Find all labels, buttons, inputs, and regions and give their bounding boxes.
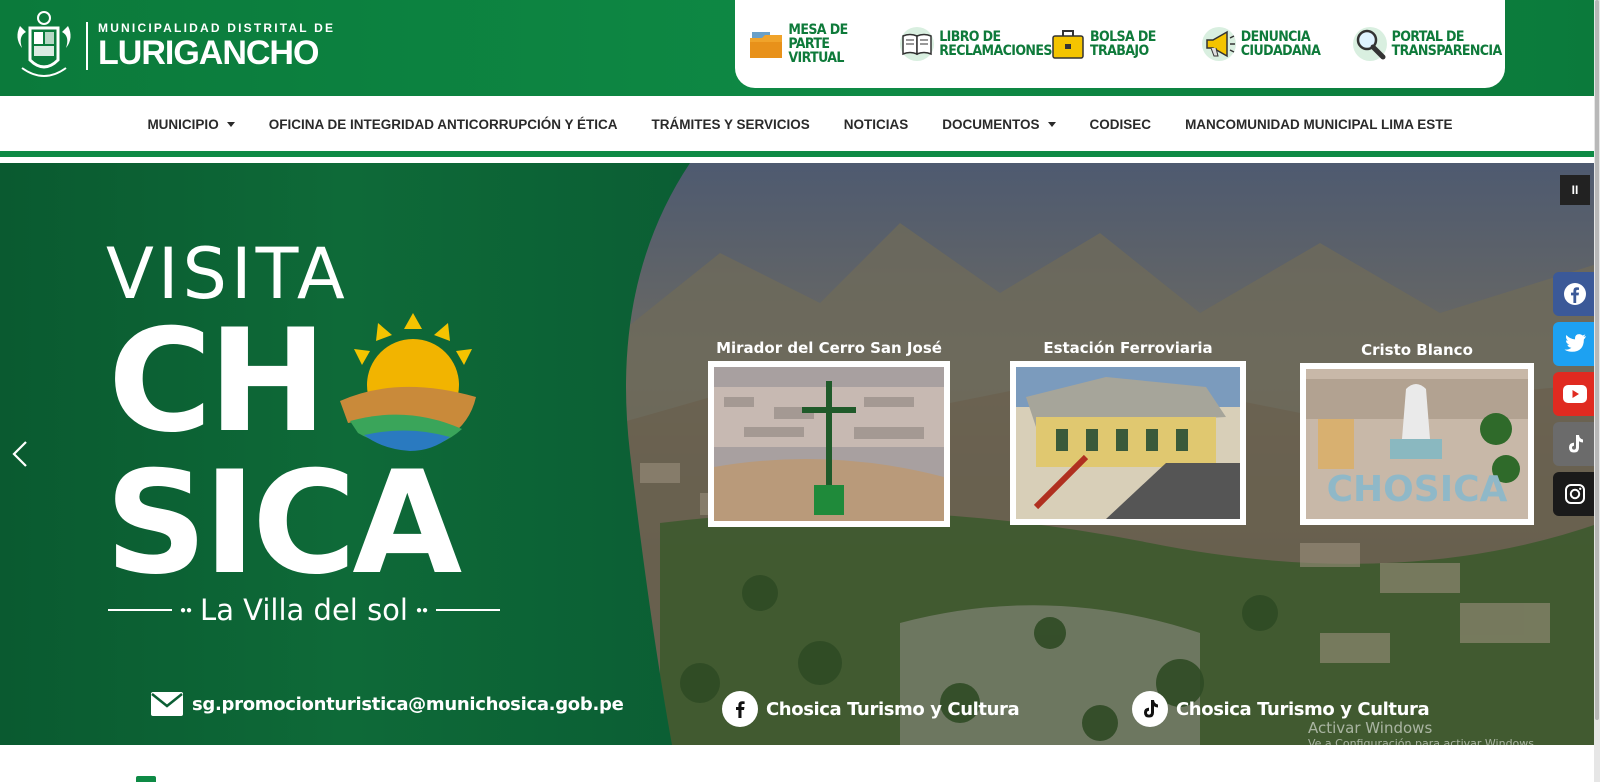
quick-links-panel: MESA DE PARTE VIRTUAL LIBRO DE RECLAMACI… xyxy=(735,0,1505,88)
quick-link-mesa-de-parte[interactable]: MESA DE PARTE VIRTUAL xyxy=(748,23,888,65)
nav-item-mancomunidad[interactable]: MANCOMUNIDAD MUNICIPAL LIMA ESTE xyxy=(1185,117,1453,132)
page: MUNICIPALIDAD DISTRITAL DE LURIGANCHO ME… xyxy=(0,0,1600,782)
hero-tagline: La Villa del sol xyxy=(200,593,408,627)
mail-icon xyxy=(151,692,183,716)
quick-link-denuncia-ciudadana[interactable]: DENUNCIA CIUDADANA xyxy=(1201,26,1341,62)
chosica-sign-text: CHOSICA xyxy=(1327,469,1508,510)
magnifier-icon xyxy=(1352,26,1388,62)
quick-link-label: BOLSA DE TRABAJO xyxy=(1089,29,1156,59)
book-icon xyxy=(899,26,935,62)
nav-item-tramites[interactable]: TRÁMITES Y SERVICIOS xyxy=(651,117,809,132)
facebook-label: Chosica Turismo y Cultura xyxy=(766,698,1020,720)
tagline-rule-left xyxy=(108,609,172,611)
tiktok-label: Chosica Turismo y Cultura xyxy=(1176,698,1430,720)
railway-station-photo xyxy=(1016,367,1240,519)
tagline-rule-right xyxy=(436,609,501,611)
tiktok-icon xyxy=(1569,435,1583,453)
header-bar: MUNICIPALIDAD DISTRITAL DE LURIGANCHO ME… xyxy=(0,0,1600,96)
chevron-down-icon xyxy=(1047,121,1056,127)
ornament-dots-icon: ●● xyxy=(179,604,193,616)
slider-prev-arrow-icon[interactable] xyxy=(8,439,32,469)
hero-slider[interactable]: VISITA CH SICA ●● La Villa del sol ●● Mi… xyxy=(0,163,1600,745)
youtube-icon xyxy=(1563,385,1587,403)
place-frame xyxy=(1010,361,1246,525)
place-title: Mirador del Cerro San José xyxy=(716,339,942,357)
instagram-share-button[interactable] xyxy=(1553,472,1597,516)
watermark-title: Activar Windows xyxy=(1308,719,1433,737)
nav-divider xyxy=(0,151,1600,157)
hero-facebook-link[interactable]: Chosica Turismo y Cultura xyxy=(722,691,1020,727)
quick-link-label: LIBRO DE RECLAMACIONES xyxy=(939,29,1052,59)
nav-item-label: NOTICIAS xyxy=(843,116,909,132)
nav-item-label: TRÁMITES Y SERVICIOS xyxy=(651,116,810,132)
facebook-icon xyxy=(1564,283,1586,305)
email-address: sg.promocionturistica@munichosica.gob.pe xyxy=(192,693,624,715)
content-below-fold xyxy=(0,745,1600,782)
sun-logo-icon xyxy=(340,313,476,451)
facebook-share-button[interactable] xyxy=(1553,272,1597,316)
instagram-icon xyxy=(1565,484,1585,504)
contact-email[interactable]: sg.promocionturistica@munichosica.gob.pe xyxy=(150,691,624,717)
municipality-logo[interactable]: MUNICIPALIDAD DISTRITAL DE LURIGANCHO xyxy=(12,8,335,84)
nav-item-label: CODISEC xyxy=(1089,116,1152,132)
nav-item-label: MANCOMUNIDAD MUNICIPAL LIMA ESTE xyxy=(1185,116,1453,132)
mirador-cross-photo xyxy=(714,367,944,521)
nav-item-label: MUNICIPIO xyxy=(147,116,219,132)
logo-title: LURIGANCHO xyxy=(98,34,319,72)
nav-item-codisec[interactable]: CODISEC xyxy=(1090,117,1152,132)
nav-item-documentos[interactable]: DOCUMENTOS xyxy=(942,116,1056,132)
megaphone-icon xyxy=(1201,26,1237,62)
nav-item-oficina-integridad[interactable]: OFICINA DE INTEGRIDAD ANTICORRUPCIÓN Y É… xyxy=(269,117,618,132)
place-card-estacion[interactable]: Estación Ferroviaria xyxy=(1010,339,1246,525)
quick-link-portal-transparencia[interactable]: PORTAL DE TRANSPARENCIA xyxy=(1352,26,1503,62)
floating-social-bar xyxy=(1553,272,1597,522)
main-navigation: MUNICIPIO OFICINA DE INTEGRIDAD ANTICORR… xyxy=(0,96,1600,152)
briefcase-icon xyxy=(1050,26,1086,62)
youtube-share-button[interactable] xyxy=(1553,372,1597,416)
nav-item-noticias[interactable]: NOTICIAS xyxy=(844,117,909,132)
folder-icon xyxy=(748,26,784,62)
windows-activation-watermark: Activar Windows Ve a Configuración para … xyxy=(1308,719,1538,745)
twitter-icon xyxy=(1564,334,1586,352)
vertical-scrollbar-thumb[interactable] xyxy=(1595,0,1599,720)
quick-link-bolsa-trabajo[interactable]: BOLSA DE TRABAJO xyxy=(1050,26,1190,62)
tagline-row: ●● La Villa del sol ●● xyxy=(108,593,501,627)
twitter-share-button[interactable] xyxy=(1553,322,1597,366)
ornament-dots-icon: ●● xyxy=(415,604,429,616)
quick-link-label: MESA DE PARTE VIRTUAL xyxy=(788,22,848,66)
cristo-blanco-photo: CHOSICA xyxy=(1306,369,1528,519)
place-card-cristo-blanco[interactable]: Cristo Blanco CHOSICA xyxy=(1300,341,1534,525)
place-frame: CHOSICA xyxy=(1300,363,1534,525)
facebook-icon xyxy=(722,691,758,727)
nav-item-label: OFICINA DE INTEGRIDAD ANTICORRUPCIÓN Y É… xyxy=(268,116,618,132)
section-heading-icon xyxy=(136,776,156,782)
hero-sica-text: SICA xyxy=(105,441,462,606)
chevron-down-icon xyxy=(226,121,235,127)
quick-link-label: DENUNCIA CIUDADANA xyxy=(1240,29,1321,59)
logo-subtitle: MUNICIPALIDAD DISTRITAL DE xyxy=(98,21,336,35)
quick-link-libro-reclamaciones[interactable]: LIBRO DE RECLAMACIONES xyxy=(899,26,1052,62)
logo-divider xyxy=(86,22,88,70)
logo-text: MUNICIPALIDAD DISTRITAL DE LURIGANCHO xyxy=(98,21,335,71)
place-frame xyxy=(708,361,950,527)
hero-cho-text: CH xyxy=(108,299,327,464)
slider-pause-button[interactable]: II xyxy=(1560,175,1590,205)
nav-item-label: DOCUMENTOS xyxy=(942,116,1040,132)
quick-link-label: PORTAL DE TRANSPARENCIA xyxy=(1391,29,1503,59)
tiktok-icon xyxy=(1132,691,1168,727)
watermark-subtitle: Ve a Configuración para activar Windows. xyxy=(1308,737,1538,745)
coat-of-arms-icon xyxy=(17,11,71,77)
place-title: Estación Ferroviaria xyxy=(1043,339,1213,357)
nav-item-municipio[interactable]: MUNICIPIO xyxy=(147,116,235,132)
place-card-mirador[interactable]: Mirador del Cerro San José xyxy=(708,339,950,527)
tiktok-share-button[interactable] xyxy=(1553,422,1597,466)
place-title: Cristo Blanco xyxy=(1361,341,1473,359)
